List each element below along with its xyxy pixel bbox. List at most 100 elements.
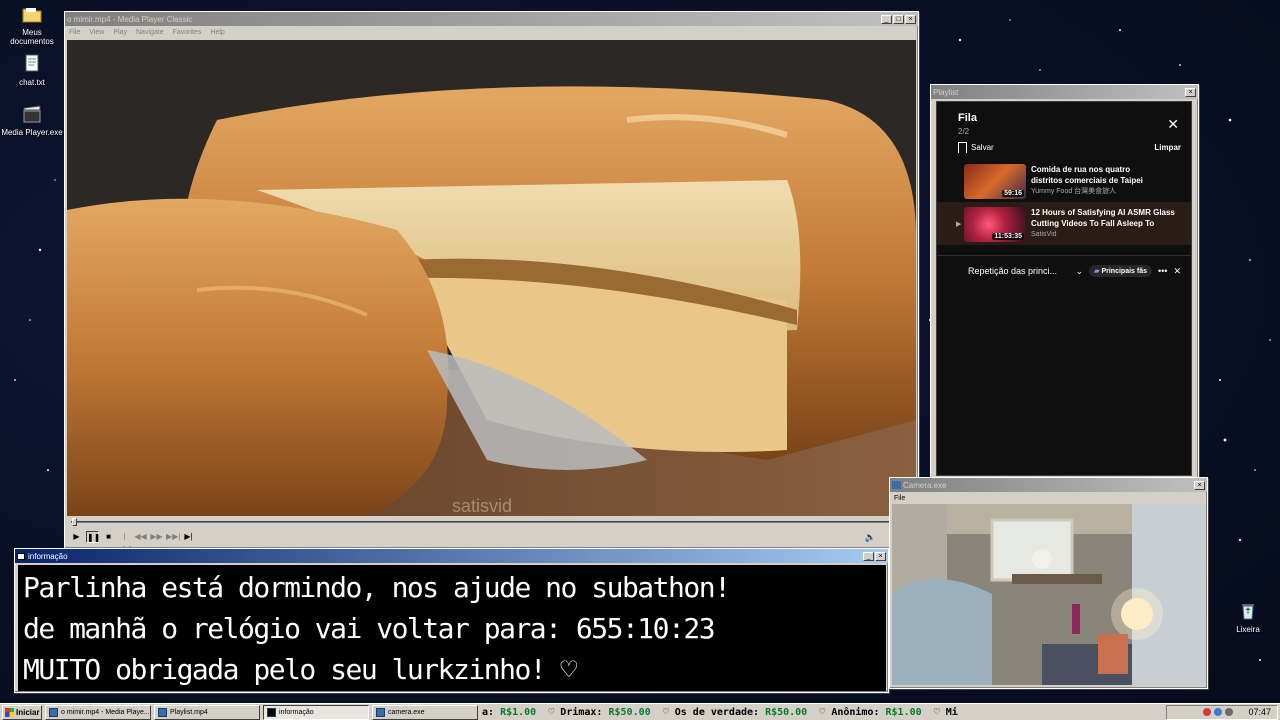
fast-forward-icon[interactable]: ▶▶: [150, 531, 163, 543]
ticker-name: a:: [482, 706, 495, 718]
task-label: Playlist.mp4: [170, 708, 208, 716]
tray-network-icon[interactable]: [1214, 708, 1223, 716]
close-button[interactable]: ×: [875, 551, 886, 561]
menu-help[interactable]: Help: [210, 29, 224, 36]
volume-speaker-icon[interactable]: 🔈: [865, 532, 876, 543]
rewind-icon[interactable]: ◀◀: [134, 531, 147, 543]
play-icon[interactable]: ▶: [70, 531, 83, 543]
film-clapper-icon: [21, 103, 43, 125]
queue-item-current[interactable]: ▶ 11:53:35 12 Hours of Satisfying AI ASM…: [937, 202, 1191, 245]
queue-count: 2/2: [958, 127, 970, 136]
video-channel: SatisVid: [1031, 231, 1057, 238]
camera-menubar: File: [890, 492, 1207, 504]
tray-volume-icon[interactable]: [1225, 708, 1234, 716]
desktop-icon-label: Meus documentos: [10, 28, 54, 46]
pause-icon[interactable]: ❚❚: [86, 531, 100, 543]
ticker-name: Anônimo:: [831, 706, 880, 718]
task-playlist[interactable]: Playlist.mp4: [154, 704, 260, 720]
media-player-menubar: File View Play Navigate Favorites Help: [65, 26, 918, 38]
info-line-1: Parlinha está dormindo, nos ajude no sub…: [23, 571, 731, 604]
seek-thumb[interactable]: [72, 518, 77, 526]
tray-app-icon[interactable]: [1203, 708, 1212, 716]
next-icon[interactable]: ▶▶|: [166, 531, 180, 543]
close-button[interactable]: ×: [905, 14, 916, 24]
stop-icon[interactable]: ■: [102, 531, 115, 543]
seek-bar[interactable]: [67, 518, 916, 526]
playback-controls: ▶ ❚❚ ■ |◀◀ ◀◀ ▶▶ ▶▶| ▶| 🔈: [67, 529, 916, 553]
video-frame[interactable]: satisvid: [67, 40, 916, 516]
start-label: Iniciar: [16, 707, 40, 717]
system-tray: 07:47: [1166, 704, 1278, 720]
video-title-line-1: Comida de rua nos quatro: [1031, 165, 1131, 174]
chevron-down-icon[interactable]: ⌄: [1076, 266, 1084, 277]
minimize-button[interactable]: _: [863, 551, 874, 561]
desktop-icon-media-player[interactable]: Media Player.exe: [1, 103, 63, 137]
video-channel: Yummy Food 台灣美食旅人: [1031, 188, 1117, 195]
app-icon: [49, 707, 58, 717]
playlist-titlebar[interactable]: Playlist ×: [931, 85, 1198, 99]
queue-actions: Salvar Limpar: [937, 136, 1191, 153]
close-button[interactable]: ×: [1194, 480, 1205, 490]
seek-track: [71, 521, 912, 523]
desktop-icon-recycle-bin[interactable]: Lixeira: [1217, 600, 1279, 634]
more-options-icon[interactable]: •••: [1158, 266, 1167, 276]
task-media-player[interactable]: o mimir.mp4 - Media Playe...: [45, 704, 151, 720]
video-title-line-2: Cutting Videos To Fall Asleep To: [1031, 219, 1155, 228]
menu-file[interactable]: File: [69, 29, 80, 36]
mix-title[interactable]: Repetição das princi...: [968, 266, 1070, 276]
donation-ticker: a: R$1.00 ♡ Drimax: R$50.00 ♡ Os de verd…: [482, 707, 1166, 718]
task-informacao[interactable]: informação: [263, 704, 369, 720]
task-camera[interactable]: camera.exe: [372, 704, 478, 720]
badge-label: Principais fãs: [1101, 268, 1147, 275]
console-icon: [17, 552, 25, 560]
info-line-2: de manhã o relógio vai voltar para: 655:…: [23, 612, 716, 645]
bedroom-webcam-image: [892, 504, 1206, 685]
bookmark-icon: [958, 142, 967, 153]
close-icon[interactable]: ✕: [1167, 116, 1179, 133]
windows-logo-icon: [5, 707, 14, 717]
close-icon[interactable]: ✕: [1173, 266, 1181, 277]
menu-file[interactable]: File: [894, 495, 905, 502]
save-button[interactable]: Salvar: [958, 142, 1154, 153]
window-title: o mimir.mp4 - Media Player Classic: [67, 14, 193, 24]
heart-icon: ♡: [542, 706, 561, 718]
video-title-line-1: 12 Hours of Satisfying AI ASMR Glass: [1031, 208, 1175, 217]
app-icon: [376, 707, 385, 717]
desktop-icon-label: Media Player.exe: [1, 128, 63, 137]
start-button[interactable]: Iniciar: [2, 704, 42, 720]
info-titlebar[interactable]: informação _ ×: [15, 549, 888, 563]
camera-titlebar[interactable]: Camera.exe ×: [890, 478, 1207, 492]
folder-icon: [21, 3, 43, 25]
video-thumbnail: 59:16: [964, 164, 1026, 199]
clock[interactable]: 07:47: [1248, 707, 1271, 717]
ticker-amount: R$50.00: [765, 706, 808, 718]
info-window: informação _ × Parlinha está dormindo, n…: [14, 548, 889, 693]
maximize-button[interactable]: □: [893, 14, 904, 24]
close-button[interactable]: ×: [1185, 87, 1196, 97]
queue-item[interactable]: 59:16 Comida de rua nos quatro distritos…: [937, 159, 1191, 202]
app-icon: [158, 707, 167, 717]
caramel-cake-video-image: satisvid: [67, 40, 916, 516]
menu-favorites[interactable]: Favorites: [173, 29, 202, 36]
desktop-icon-my-documents[interactable]: Meus documentos: [1, 3, 63, 46]
menu-play[interactable]: Play: [113, 29, 127, 36]
info-line-3: MUITO obrigada pelo seu lurkzinho! ♡: [23, 653, 577, 686]
menu-navigate[interactable]: Navigate: [136, 29, 164, 36]
top-fans-badge[interactable]: ▰ Principais fãs: [1089, 265, 1152, 277]
menu-view[interactable]: View: [89, 29, 104, 36]
previous-icon[interactable]: |◀◀: [118, 531, 131, 553]
frame-step-icon[interactable]: ▶|: [182, 531, 195, 543]
video-duration: 11:53:35: [992, 233, 1024, 240]
webcam-feed: [892, 504, 1206, 685]
clear-button[interactable]: Limpar: [1154, 143, 1181, 152]
heart-icon: ♡: [656, 706, 675, 718]
desktop-icon-chat-txt[interactable]: chat.txt: [1, 53, 63, 87]
youtube-queue-panel: Fila 2/2 ✕ Salvar Limpar 59:16 Comida de…: [936, 101, 1192, 476]
ticker-name: Mi: [945, 706, 958, 718]
window-title: Playlist: [933, 87, 959, 97]
minimize-button[interactable]: _: [881, 14, 892, 24]
media-player-titlebar[interactable]: o mimir.mp4 - Media Player Classic _ □ ×: [65, 12, 918, 26]
window-title: Camera.exe: [903, 480, 947, 490]
heart-icon: ♡: [813, 706, 832, 718]
video-duration: 59:16: [1002, 190, 1024, 197]
